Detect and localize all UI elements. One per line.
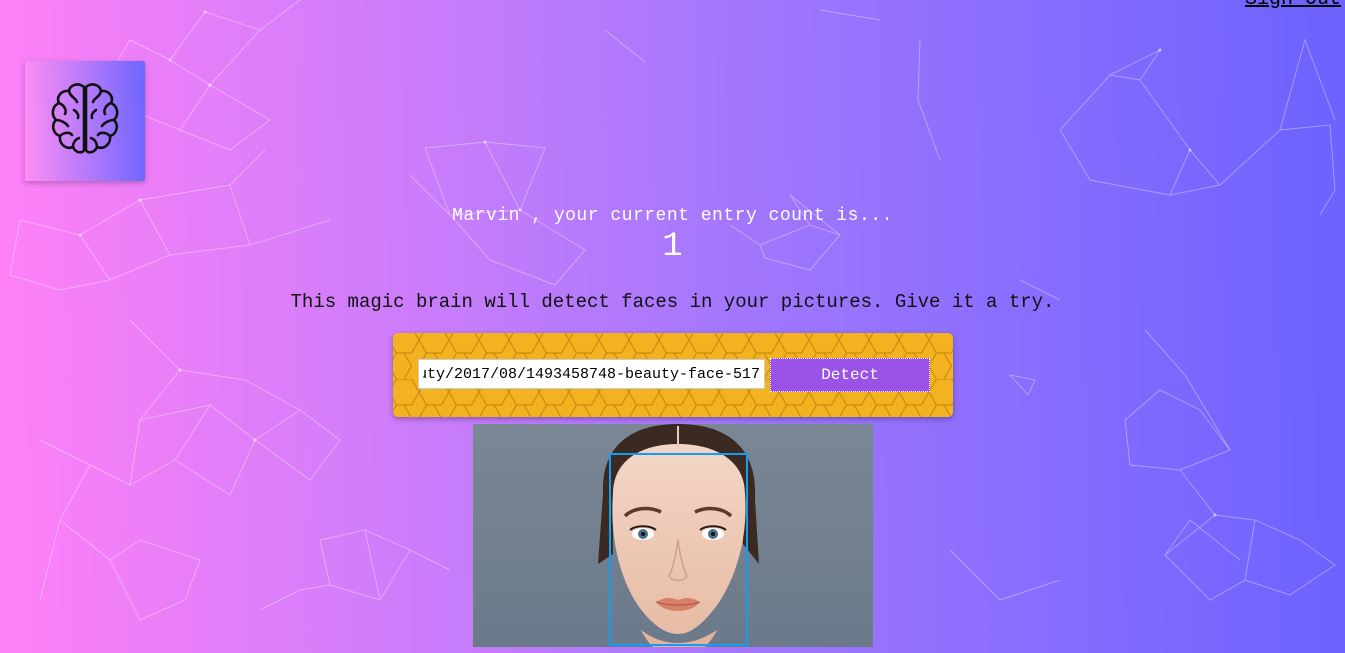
face-bounding-box — [609, 453, 748, 646]
intro-text: This magic brain will detect faces in yo… — [290, 291, 1055, 313]
signout-link[interactable]: Sign Out — [1245, 0, 1345, 11]
entry-count: 1 — [662, 228, 683, 266]
image-link-form: Detect — [393, 333, 953, 417]
logo[interactable] — [25, 61, 145, 181]
detect-button[interactable]: Detect — [770, 358, 930, 392]
image-url-input[interactable] — [418, 359, 765, 389]
brain-icon — [46, 80, 124, 163]
input-image — [473, 424, 873, 647]
rank-message: Marvin , your current entry count is... — [452, 206, 893, 226]
